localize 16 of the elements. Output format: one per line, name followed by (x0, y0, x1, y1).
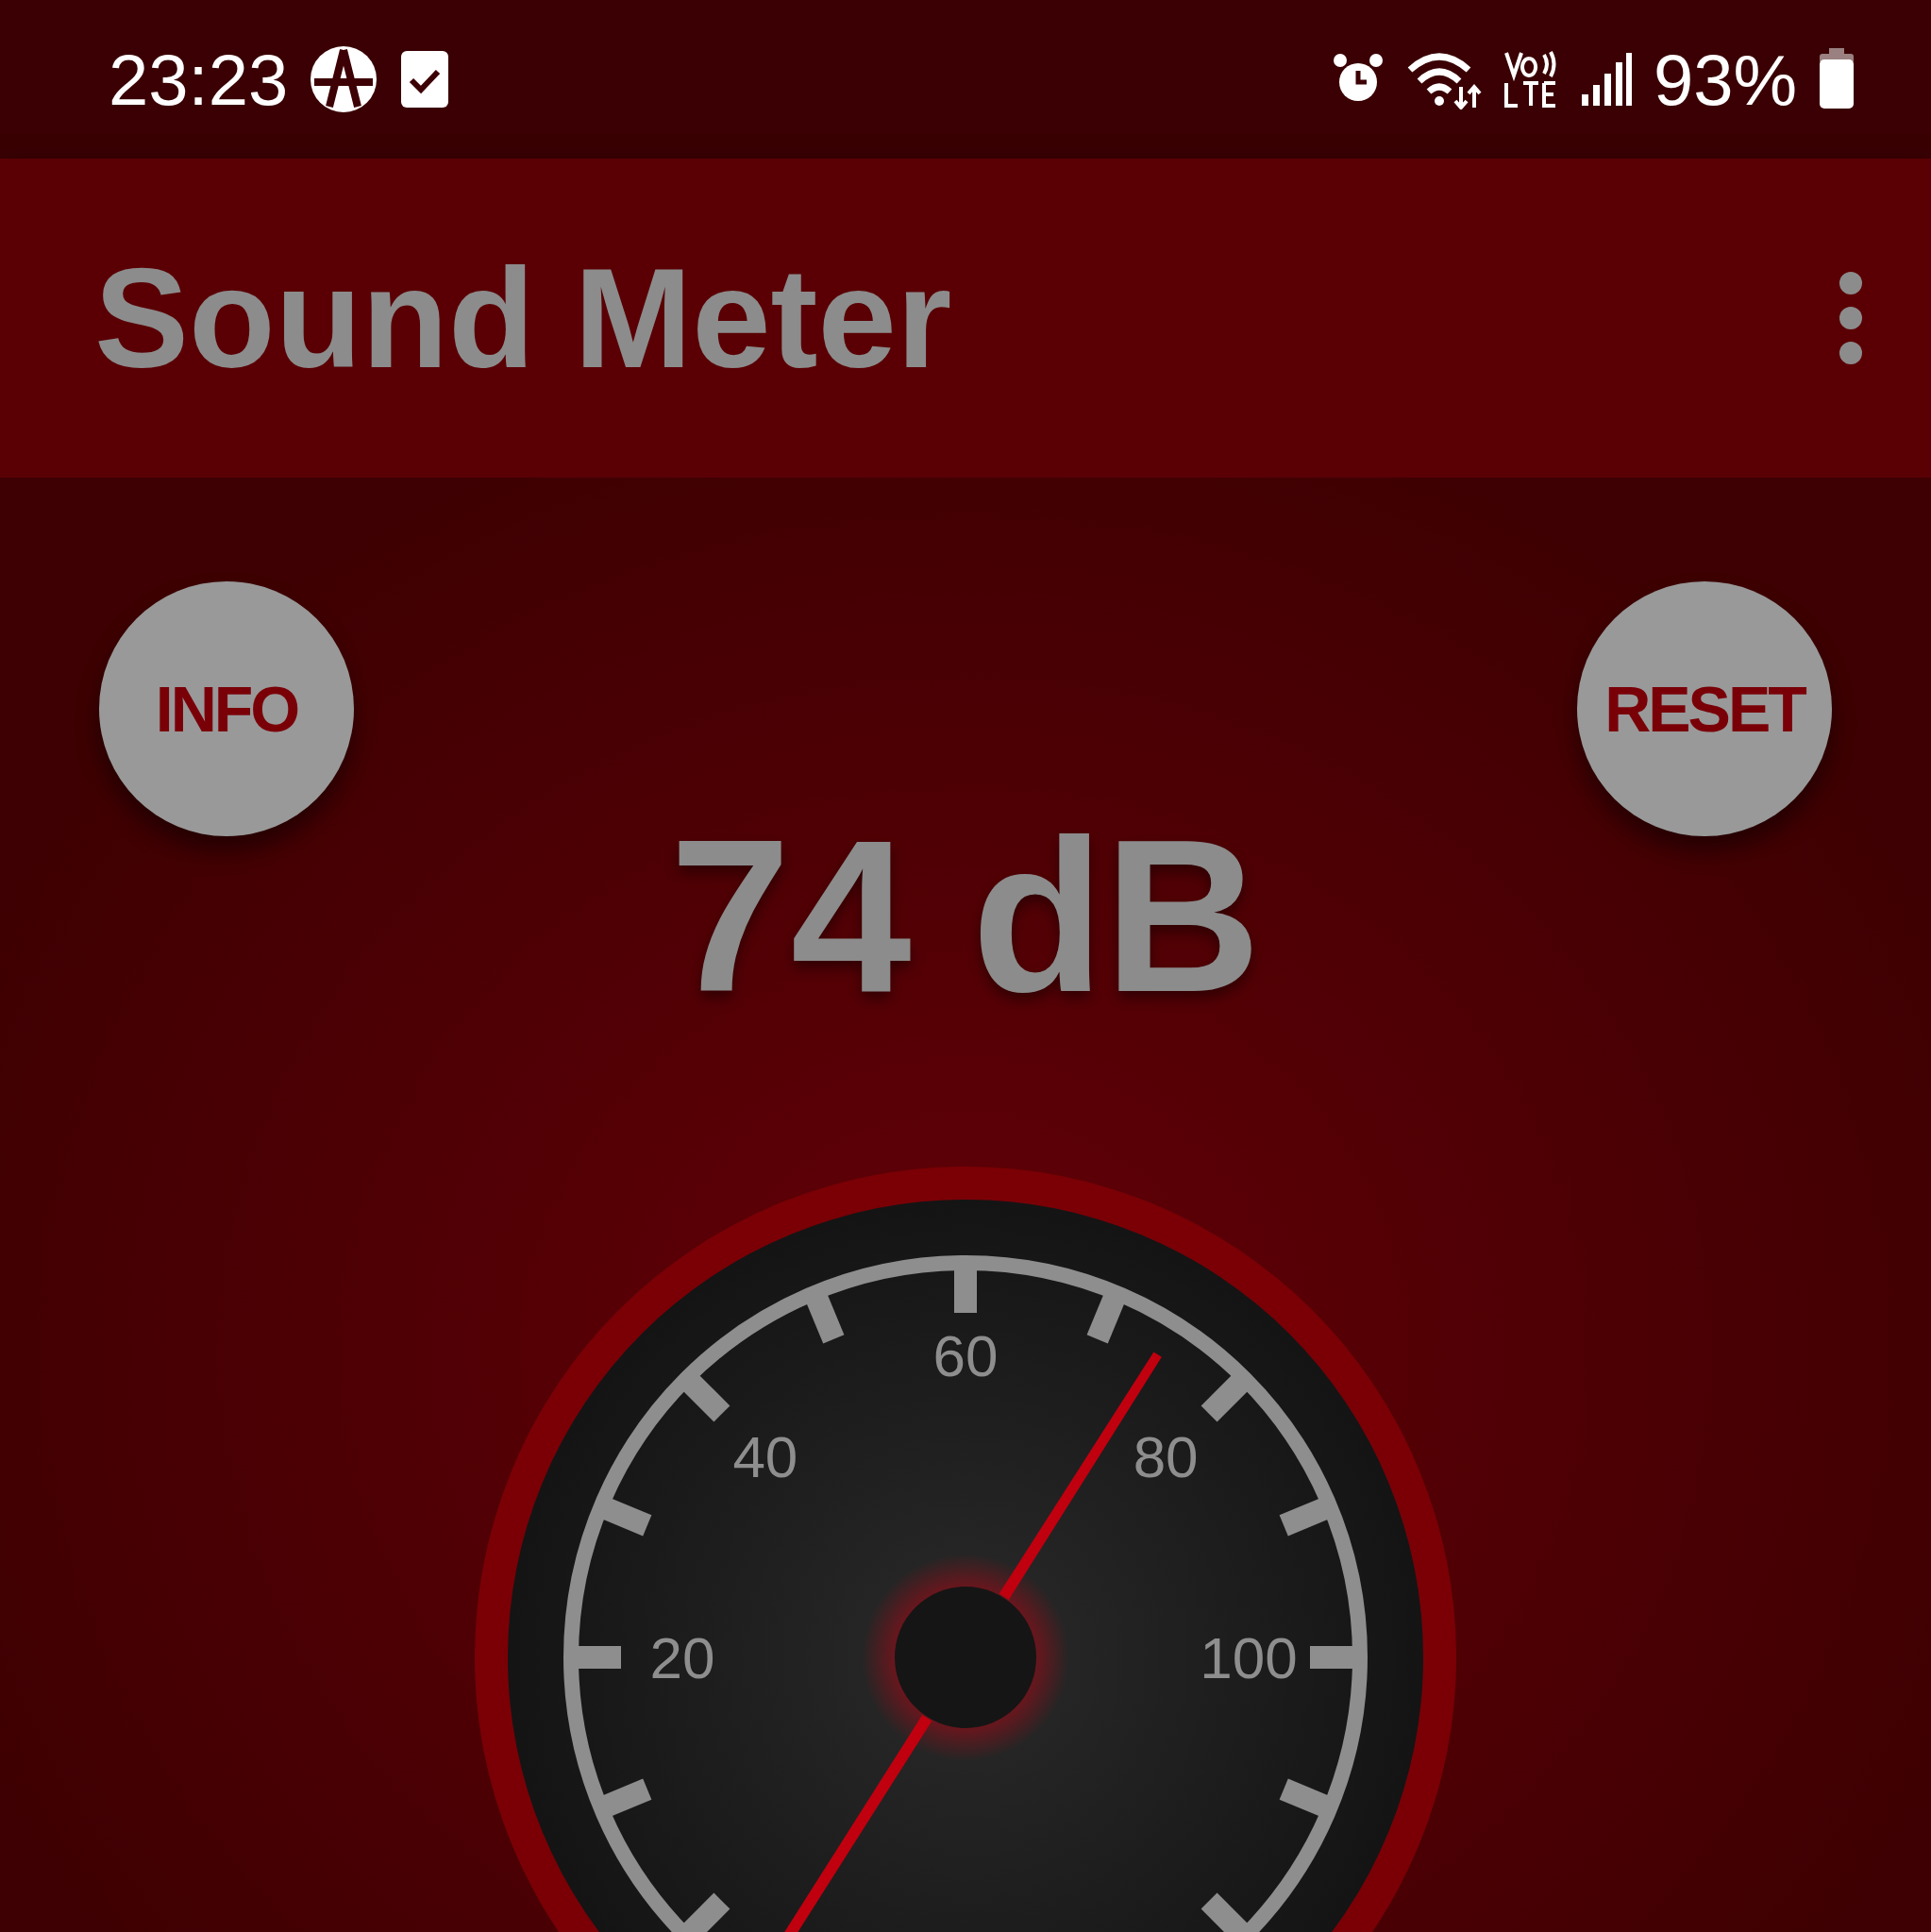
round-button[interactable]: RESET (1577, 581, 1832, 836)
round-button[interactable]: INFO (99, 581, 354, 836)
decibel-reading: 74 dB (669, 808, 1262, 1025)
scale-label: 20 (649, 1624, 715, 1690)
scale-label: 80 (1133, 1424, 1199, 1490)
app-notification-icon (309, 44, 379, 114)
scale-label: 40 (732, 1424, 798, 1490)
signal-icon (1579, 51, 1633, 108)
overflow-menu-icon[interactable] (1837, 271, 1865, 365)
battery-icon (1818, 48, 1855, 110)
scale-label: 60 (932, 1322, 999, 1388)
checkbox-notification-icon (399, 49, 451, 109)
scale-label: 100 (1200, 1624, 1298, 1690)
battery-percent: 93% (1653, 38, 1797, 121)
app-title: Sound Meter (94, 237, 952, 399)
clock-time: 23:23 (109, 38, 289, 121)
